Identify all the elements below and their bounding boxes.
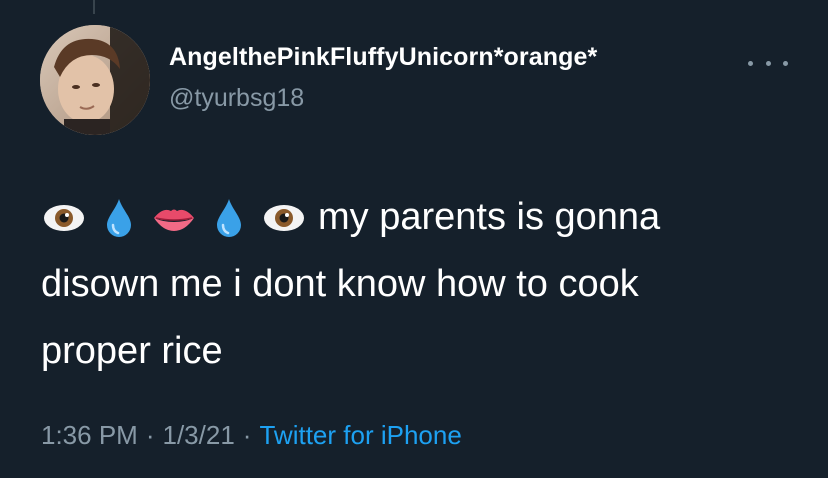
tweet-text-line-1: my parents is gonna xyxy=(318,196,661,238)
tweet-time[interactable]: 1:36 PM xyxy=(41,420,138,450)
eye-icon xyxy=(261,195,307,241)
tweet-date[interactable]: 1/3/21 xyxy=(163,420,235,450)
profile-photo-icon xyxy=(40,25,150,135)
tweet-line-2: disown me i dont know how to cook xyxy=(41,251,801,318)
tweet-source-link[interactable]: Twitter for iPhone xyxy=(259,420,461,450)
droplet-icon xyxy=(206,195,252,241)
avatar[interactable] xyxy=(40,25,150,135)
tweet-line-3: proper rice xyxy=(41,318,801,385)
tweet-metadata: 1:36 PM · 1/3/21 · Twitter for iPhone xyxy=(41,420,462,451)
more-options-button[interactable] xyxy=(748,56,788,70)
tweet-line-1: my parents is gonna xyxy=(41,184,801,251)
tweet-text-line-3: proper rice xyxy=(41,330,223,372)
lips-icon xyxy=(151,195,197,241)
droplet-icon xyxy=(96,195,142,241)
tweet-text-line-2: disown me i dont know how to cook xyxy=(41,263,639,305)
thread-connector-line xyxy=(93,0,95,14)
dot-icon xyxy=(765,60,771,66)
dot-icon xyxy=(748,60,753,66)
user-handle[interactable]: @tyurbsg18 xyxy=(169,84,304,113)
separator: · xyxy=(145,420,155,450)
separator: · xyxy=(242,420,252,450)
display-name[interactable]: AngelthePinkFluffyUnicorn*orange* xyxy=(169,43,597,72)
eye-icon xyxy=(41,195,87,241)
tweet-text: my parents is gonna disown me i dont kno… xyxy=(41,184,801,385)
dot-icon xyxy=(783,60,788,66)
